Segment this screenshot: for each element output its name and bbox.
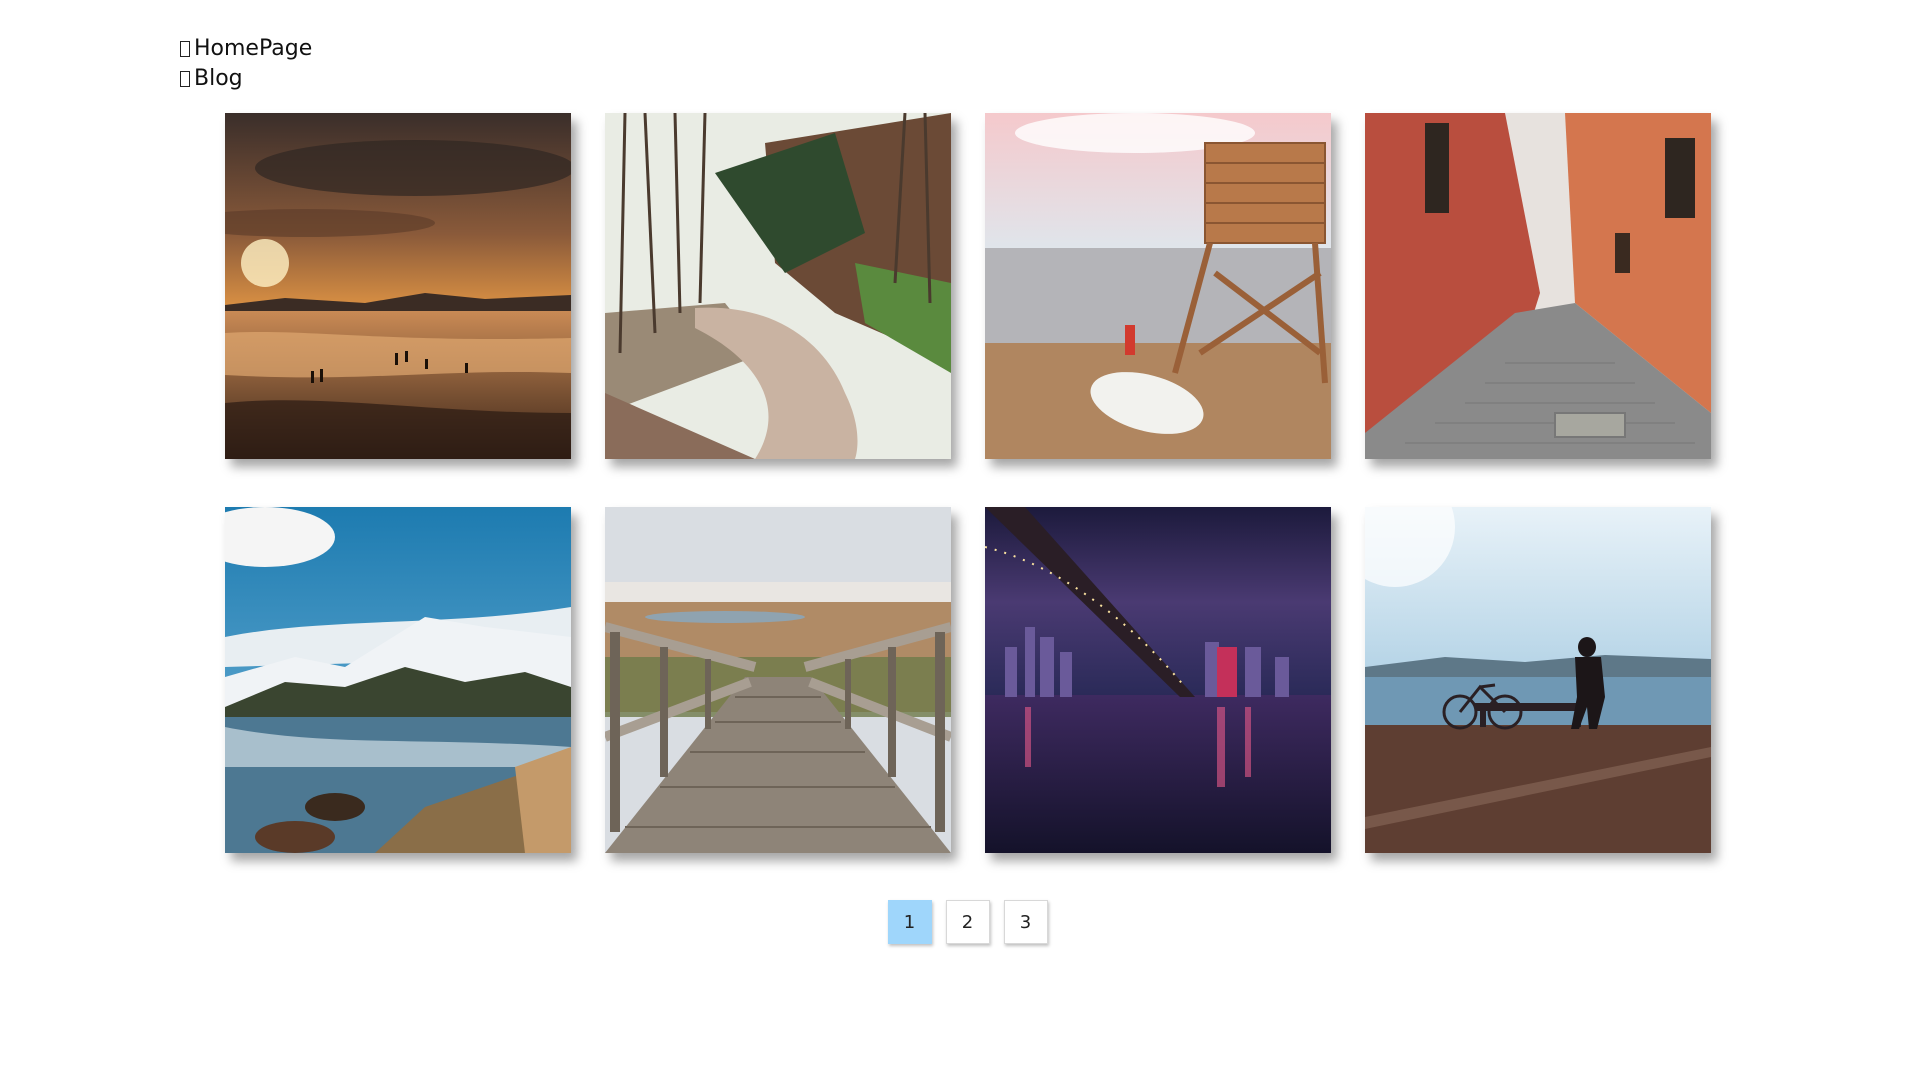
missing-glyph-icon xyxy=(180,41,190,57)
nav-link-label: HomePage xyxy=(194,36,313,61)
boardwalk-image xyxy=(605,507,951,853)
bridge-night-image xyxy=(985,507,1331,853)
photo-forest-dirt-road[interactable] xyxy=(605,113,951,459)
photo-city-bridge-night[interactable] xyxy=(985,507,1331,853)
mountain-lake-image xyxy=(225,507,571,853)
photo-man-bicycle-waterfront[interactable] xyxy=(1365,507,1711,853)
photo-cobblestone-alley[interactable] xyxy=(1365,113,1711,459)
missing-glyph-icon xyxy=(180,71,190,87)
page-button-1[interactable]: 1 xyxy=(887,900,932,944)
lifeguard-tower-image xyxy=(985,113,1331,459)
page-button-3[interactable]: 3 xyxy=(1003,900,1048,944)
alley-image xyxy=(1365,113,1711,459)
photo-wooden-boardwalk[interactable] xyxy=(605,507,951,853)
photo-mountain-lake[interactable] xyxy=(225,507,571,853)
sunset-beach-image xyxy=(225,113,571,459)
page: HomePage Blog 1 2 3 xyxy=(0,0,1920,1080)
nav-link-homepage[interactable]: HomePage xyxy=(180,34,312,64)
pagination: 1 2 3 xyxy=(0,900,1920,944)
waterfront-image xyxy=(1365,507,1711,853)
forest-road-image xyxy=(605,113,951,459)
nav-link-label: Blog xyxy=(194,66,243,91)
nav-link-blog[interactable]: Blog xyxy=(180,64,312,94)
photo-lifeguard-tower[interactable] xyxy=(985,113,1331,459)
page-button-2[interactable]: 2 xyxy=(945,900,990,944)
photo-gallery xyxy=(225,113,1712,853)
top-nav: HomePage Blog xyxy=(180,34,312,94)
photo-sunset-beach[interactable] xyxy=(225,113,571,459)
